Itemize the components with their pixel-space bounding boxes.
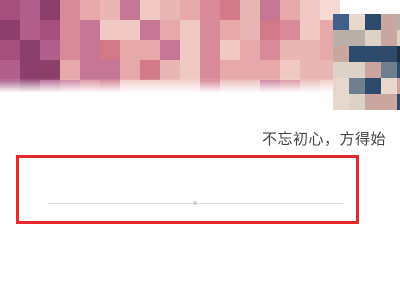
cover-pixel: [180, 60, 200, 80]
cover-pixel: [260, 40, 280, 60]
cover-pixel: [180, 40, 200, 60]
cover-pixel: [140, 60, 160, 80]
cover-pixel: [20, 40, 40, 60]
avatar-pixel: [365, 62, 381, 78]
cover-pixel: [60, 40, 80, 60]
avatar-pixel: [349, 46, 365, 62]
avatar-pixel: [365, 30, 381, 46]
cover-pixel: [40, 60, 60, 80]
cover-pixel: [300, 20, 320, 40]
cover-pixel: [120, 40, 140, 60]
avatar-pixel: [349, 62, 365, 78]
avatar-pixel: [349, 14, 365, 30]
cover-pixel: [0, 0, 20, 20]
avatar-pixel: [349, 30, 365, 46]
cover-pixel: [160, 0, 180, 20]
cover-pixel: [220, 60, 240, 80]
input-cursor-dot: [193, 201, 197, 205]
cover-pixel: [0, 40, 20, 60]
cover-pixel: [0, 20, 20, 40]
avatar-pixel: [381, 46, 397, 62]
avatar-pixel: [349, 94, 365, 110]
avatar-pixel: [333, 94, 349, 110]
cover-pixel: [0, 60, 20, 80]
cover-pixel: [20, 0, 40, 20]
highlight-frame: [16, 155, 359, 224]
cover-pixel: [140, 20, 160, 40]
cover-pixel: [240, 60, 260, 80]
cover-pixel: [40, 20, 60, 40]
cover-pixel: [240, 20, 260, 40]
avatar-pixel: [381, 30, 397, 46]
cover-pixel: [100, 60, 120, 80]
avatar-mosaic-image: [333, 14, 400, 110]
cover-pixel: [120, 60, 140, 80]
cover-pixel: [220, 40, 240, 60]
cover-pixel: [220, 0, 240, 20]
cover-pixel: [200, 60, 220, 80]
cover-pixel: [240, 0, 260, 20]
cover-pixel: [120, 20, 140, 40]
cover-pixel: [60, 20, 80, 40]
cover-pixel: [180, 0, 200, 20]
cover-pixel: [120, 0, 140, 20]
avatar-pixel: [333, 62, 349, 78]
cover-pixel: [80, 20, 100, 40]
cover-pixel: [20, 20, 40, 40]
avatar-pixel: [365, 46, 381, 62]
cover-pixel: [260, 0, 280, 20]
cover-pixel: [180, 20, 200, 40]
cover-pixel: [280, 20, 300, 40]
cover-fade: [0, 78, 340, 120]
cover-pixel: [240, 40, 260, 60]
cover-pixel: [40, 0, 60, 20]
avatar-pixel: [333, 46, 349, 62]
cover-pixel: [80, 0, 100, 20]
cover-pixel: [60, 60, 80, 80]
cover-pixel: [280, 0, 300, 20]
cover-pixel: [260, 60, 280, 80]
cover-pixel: [80, 40, 100, 60]
cover-pixel: [100, 20, 120, 40]
cover-pixel: [200, 20, 220, 40]
cover-pixel: [300, 0, 320, 20]
cover-pixel: [260, 20, 280, 40]
avatar-pixel: [349, 78, 365, 94]
cover-pixel: [40, 40, 60, 60]
cover-pixel: [160, 40, 180, 60]
profile-motto: 不忘初心，方得始: [262, 130, 387, 148]
cover-pixel: [100, 0, 120, 20]
profile-page: 不忘初心，方得始: [0, 0, 400, 300]
cover-pixel: [140, 40, 160, 60]
cover-pixel: [60, 0, 80, 20]
avatar-pixel: [333, 78, 349, 94]
avatar-pixel: [365, 14, 381, 30]
avatar-pixel: [333, 14, 349, 30]
avatar-pixel: [381, 14, 397, 30]
avatar-pixel: [381, 62, 397, 78]
cover-pixel: [300, 60, 320, 80]
avatar-pixel: [381, 78, 397, 94]
cover-pixel: [20, 60, 40, 80]
cover-pixel: [160, 60, 180, 80]
cover-pixel: [140, 0, 160, 20]
cover-pixel: [280, 40, 300, 60]
cover-pixel: [80, 60, 100, 80]
cover-pixel: [100, 40, 120, 60]
cover-pixel: [220, 20, 240, 40]
cover-pixel: [200, 40, 220, 60]
cover-pixel: [280, 60, 300, 80]
avatar-pixel: [365, 78, 381, 94]
avatar-pixel: [365, 94, 381, 110]
cover-pixel: [300, 40, 320, 60]
avatar[interactable]: [333, 14, 400, 110]
cover-pixel: [200, 0, 220, 20]
avatar-pixel: [381, 94, 397, 110]
cover-pixel: [160, 20, 180, 40]
avatar-pixel: [333, 30, 349, 46]
